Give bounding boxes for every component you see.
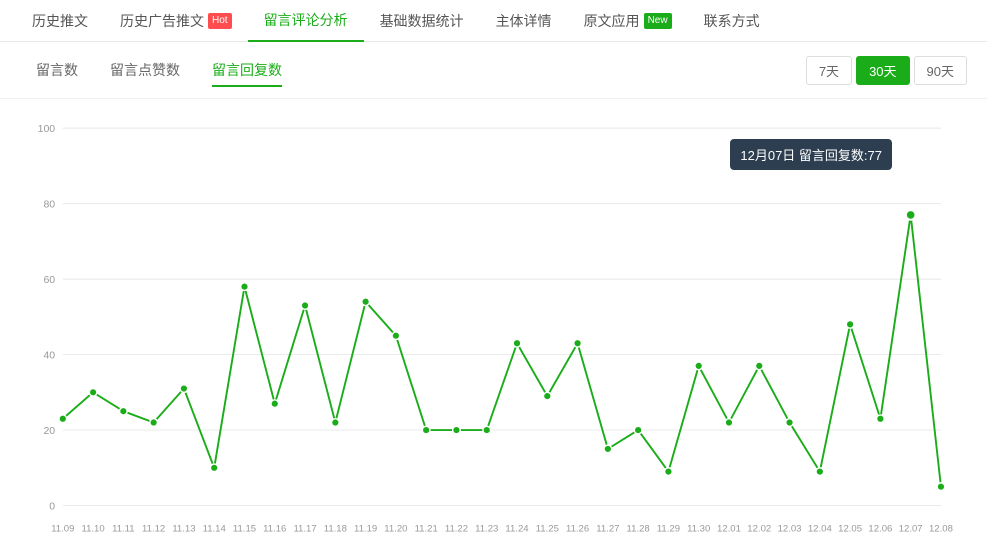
svg-text:11.13: 11.13 <box>172 523 195 534</box>
hot-badge: Hot <box>208 13 232 29</box>
top-nav: 历史推文 历史广告推文 Hot 留言评论分析 基础数据统计 主体详情 原文应用 … <box>0 0 987 42</box>
svg-text:11.26: 11.26 <box>566 523 589 534</box>
svg-text:11.28: 11.28 <box>627 523 650 534</box>
svg-text:12.04: 12.04 <box>808 523 833 534</box>
svg-text:11.29: 11.29 <box>657 523 680 534</box>
svg-text:11.14: 11.14 <box>203 523 227 534</box>
nav-item-history[interactable]: 历史推文 <box>16 0 104 42</box>
svg-text:20: 20 <box>43 425 55 437</box>
nav-item-ad-history[interactable]: 历史广告推文 Hot <box>104 0 248 42</box>
svg-text:11.23: 11.23 <box>475 523 498 534</box>
sub-nav: 留言数 留言点赞数 留言回复数 7天 30天 90天 <box>0 42 987 99</box>
nav-item-comment-analysis[interactable]: 留言评论分析 <box>248 0 364 42</box>
nav-item-contact[interactable]: 联系方式 <box>688 0 776 42</box>
btn-30days[interactable]: 30天 <box>856 56 909 85</box>
tab-comment-likes[interactable]: 留言点赞数 <box>94 54 196 86</box>
sub-nav-tabs: 留言数 留言点赞数 留言回复数 <box>20 54 298 86</box>
nav-item-basic-stats[interactable]: 基础数据统计 <box>364 0 480 42</box>
svg-text:11.09: 11.09 <box>51 523 74 534</box>
svg-text:100: 100 <box>38 123 56 135</box>
svg-text:12.05: 12.05 <box>838 523 862 534</box>
nav-item-subject-detail[interactable]: 主体详情 <box>480 0 568 42</box>
svg-text:11.17: 11.17 <box>293 523 316 534</box>
svg-text:11.16: 11.16 <box>263 523 286 534</box>
btn-7days[interactable]: 7天 <box>806 56 852 85</box>
svg-text:12.01: 12.01 <box>717 523 741 534</box>
svg-text:60: 60 <box>43 274 55 286</box>
svg-text:11.15: 11.15 <box>233 523 256 534</box>
chart-container: 12月07日 留言回复数:77 02040608010011.0911.1011… <box>0 99 987 549</box>
svg-text:0: 0 <box>49 500 55 512</box>
new-badge: New <box>644 13 672 29</box>
svg-text:12.07: 12.07 <box>899 523 923 534</box>
svg-text:11.21: 11.21 <box>415 523 438 534</box>
svg-text:11.20: 11.20 <box>384 523 407 534</box>
tab-comment-count[interactable]: 留言数 <box>20 54 94 86</box>
svg-text:80: 80 <box>43 198 55 210</box>
svg-text:11.30: 11.30 <box>687 523 710 534</box>
svg-text:11.12: 11.12 <box>142 523 165 534</box>
svg-text:12.02: 12.02 <box>747 523 771 534</box>
svg-text:11.11: 11.11 <box>112 523 134 534</box>
svg-text:11.27: 11.27 <box>596 523 619 534</box>
svg-text:11.24: 11.24 <box>505 523 529 534</box>
svg-text:11.22: 11.22 <box>445 523 468 534</box>
svg-text:11.10: 11.10 <box>81 523 104 534</box>
nav-item-original-app[interactable]: 原文应用 New <box>568 0 688 42</box>
line-chart: 0 20 40 60 80 100 11.09 11.10 11.11 11.12 11.13 11.… <box>10 109 967 539</box>
svg-text:11.25: 11.25 <box>536 523 559 534</box>
time-options: 7天 30天 90天 <box>806 56 967 85</box>
svg-text:11.19: 11.19 <box>354 523 377 534</box>
tab-comment-replies[interactable]: 留言回复数 <box>196 54 298 86</box>
svg-text:12.06: 12.06 <box>868 523 892 534</box>
svg-text:12.03: 12.03 <box>778 523 802 534</box>
btn-90days[interactable]: 90天 <box>914 56 967 85</box>
svg-text:40: 40 <box>43 349 55 361</box>
svg-text:11.18: 11.18 <box>324 523 347 534</box>
svg-text:12.08: 12.08 <box>929 523 953 534</box>
